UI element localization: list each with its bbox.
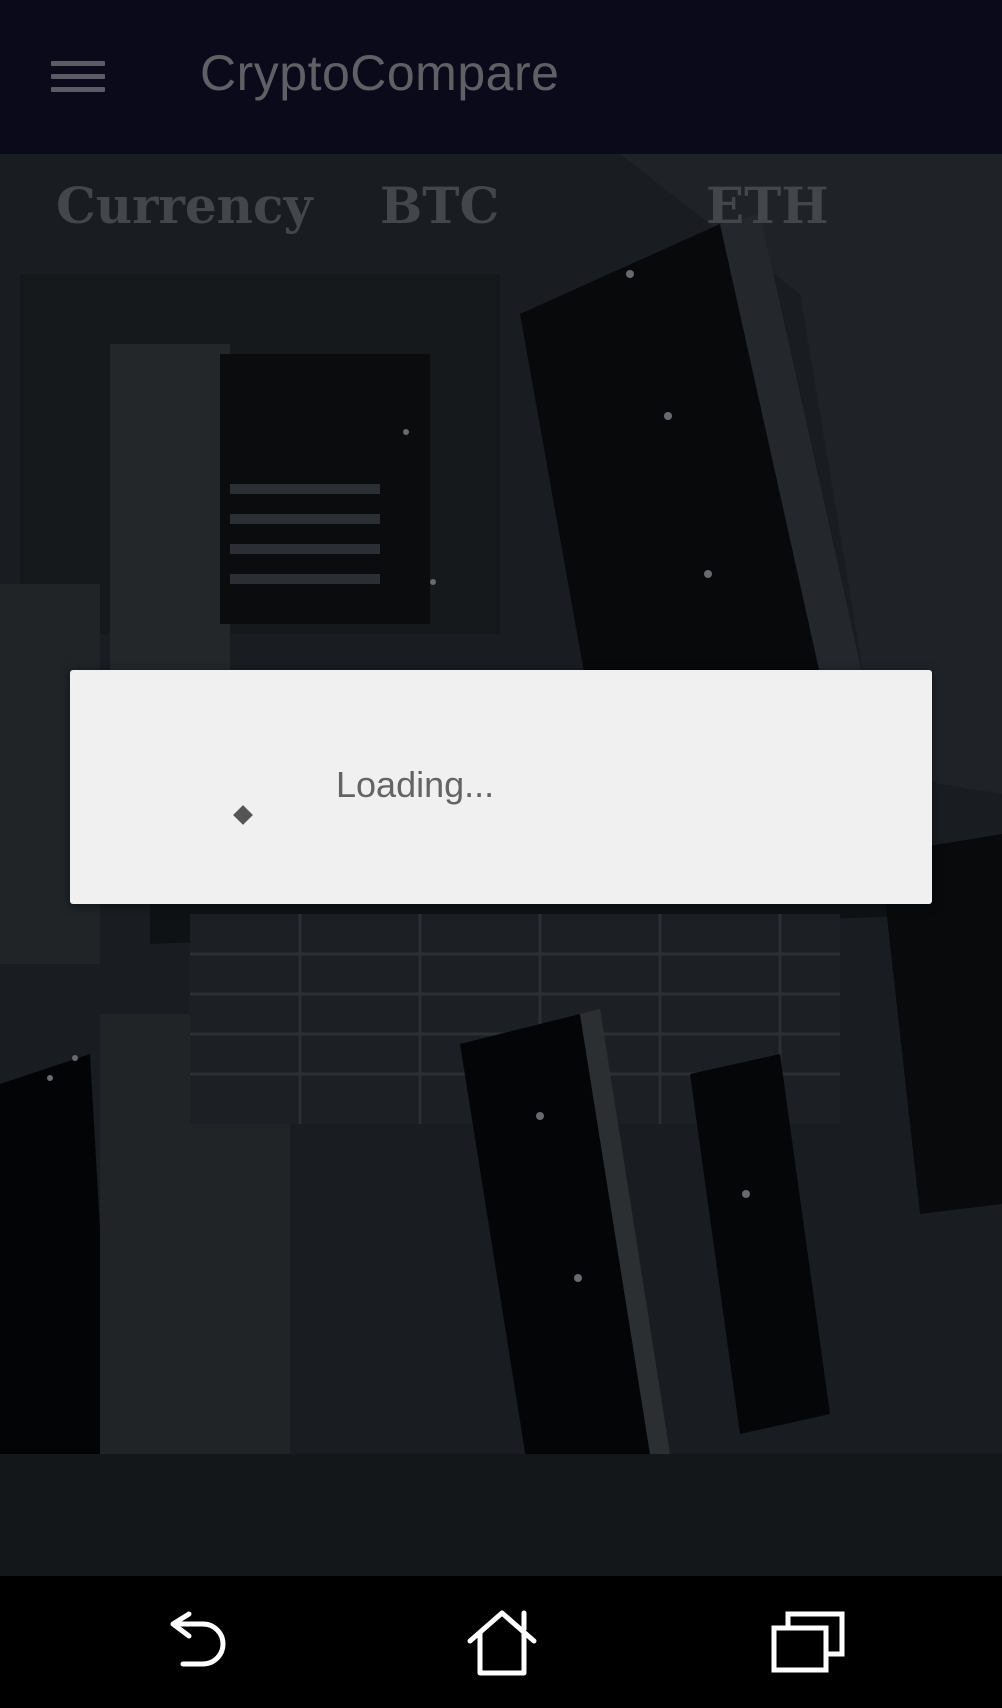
app-screen: CryptoCompare Currency BTC ETH Loading..… (0, 0, 1002, 1708)
app-bar: CryptoCompare (0, 0, 1002, 154)
menu-button[interactable] (40, 46, 116, 108)
back-icon (170, 1611, 226, 1667)
system-nav-bar (0, 1576, 1002, 1708)
home-button[interactable] (452, 1600, 552, 1684)
recents-icon (771, 1611, 845, 1673)
back-button[interactable] (146, 1600, 246, 1684)
home-icon (467, 1610, 537, 1676)
hamburger-menu-icon (51, 59, 105, 95)
app-title: CryptoCompare (200, 45, 560, 101)
loading-text: Loading... (336, 764, 495, 805)
loading-dialog (70, 670, 932, 904)
recents-button[interactable] (758, 1600, 858, 1684)
